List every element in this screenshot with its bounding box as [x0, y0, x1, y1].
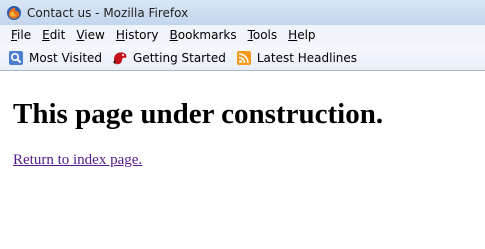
menu-history-label: istory — [124, 28, 159, 42]
rss-feed-icon — [236, 50, 251, 65]
firefox-icon — [6, 5, 22, 21]
getting-started-icon — [113, 51, 127, 64]
menu-edit-label: dit — [49, 28, 66, 42]
most-visited-icon — [9, 50, 23, 65]
menu-edit-accel: E — [42, 28, 50, 42]
menu-history-accel: H — [115, 28, 125, 42]
bookmark-most-visited[interactable]: Most Visited — [8, 50, 102, 66]
menu-tools-label: ools — [252, 28, 278, 42]
menu-tools[interactable]: Tools — [248, 28, 278, 42]
menu-history[interactable]: History — [116, 28, 159, 42]
menu-help[interactable]: Help — [288, 28, 315, 42]
menu-bar: File Edit View History Bookmarks Tools H… — [0, 25, 485, 45]
menu-help-label: elp — [297, 28, 316, 42]
bookmarks-toolbar: Most Visited Getting Started Latest Head… — [0, 45, 485, 71]
menu-bookmarks-label: ookmarks — [177, 28, 237, 42]
menu-file[interactable]: File — [11, 28, 31, 42]
menu-view[interactable]: View — [76, 28, 104, 42]
page-heading: This page under construction. — [13, 98, 384, 130]
menu-file-label: ile — [17, 28, 32, 42]
menu-bookmarks-accel: B — [169, 28, 178, 42]
bookmark-latest-headlines-label: Latest Headlines — [256, 50, 358, 65]
menu-view-label: iew — [84, 28, 105, 42]
window-titlebar: Contact us - Mozilla Firefox — [0, 0, 485, 25]
bookmark-latest-headlines[interactable]: Latest Headlines — [236, 50, 357, 66]
bookmark-getting-started-label: Getting Started — [133, 50, 226, 65]
menu-edit[interactable]: Edit — [42, 28, 65, 42]
bookmark-getting-started[interactable]: Getting Started — [112, 50, 226, 66]
return-to-index-link[interactable]: Return to index page. — [13, 152, 142, 169]
menu-help-accel: H — [288, 28, 298, 42]
bookmark-most-visited-label: Most Visited — [29, 50, 103, 65]
menu-bookmarks[interactable]: Bookmarks — [170, 28, 237, 42]
window-title: Contact us - Mozilla Firefox — [27, 5, 189, 20]
page-content: This page under construction. Return to … — [0, 72, 485, 249]
